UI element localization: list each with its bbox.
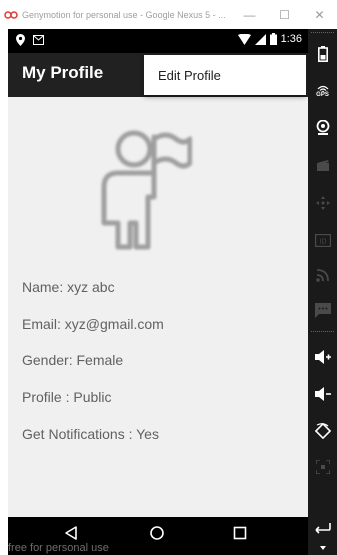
window-titlebar: Genymotion for personal use - Google Nex… — [0, 0, 337, 29]
id-label: ID — [319, 238, 326, 245]
home-icon[interactable] — [149, 525, 165, 541]
status-bar: 1:36 — [8, 29, 308, 53]
close-button[interactable]: ✕ — [302, 0, 337, 29]
maximize-button[interactable]: ☐ — [267, 0, 302, 29]
recent-apps-icon[interactable] — [232, 525, 248, 541]
camera-tool-button[interactable] — [308, 117, 337, 139]
battery-icon — [269, 33, 277, 45]
profile-name: Name: xyz abc — [22, 279, 115, 295]
volume-down-button[interactable] — [308, 383, 337, 405]
rss-icon — [315, 269, 329, 282]
volume-up-icon — [314, 350, 331, 364]
battery-tool-button[interactable] — [308, 43, 337, 65]
device-id-tool-button[interactable]: ID — [308, 229, 337, 251]
gmail-icon — [33, 35, 44, 45]
volume-up-button[interactable] — [308, 346, 337, 368]
dpad-icon — [315, 196, 330, 210]
scale-icon — [315, 460, 330, 474]
rss-tool-button[interactable] — [308, 264, 337, 286]
location-pin-icon — [16, 34, 25, 46]
personal-use-watermark: free for personal use — [8, 542, 109, 554]
back-tool-button[interactable] — [308, 517, 337, 539]
emulator-toolbar: GPS ID — [308, 29, 337, 555]
caret-down-icon — [319, 546, 326, 550]
sms-tool-button[interactable] — [308, 299, 337, 321]
overflow-menu: Edit Profile — [144, 55, 306, 95]
gps-tool-button[interactable]: GPS — [308, 79, 337, 103]
more-tools-button[interactable] — [308, 542, 337, 554]
id-card-icon: ID — [314, 233, 331, 247]
minimize-button[interactable]: — — [232, 0, 267, 29]
profile-person-flag-icon — [101, 130, 192, 250]
phone-screen: 1:36 My Profile Edit Profile Name: xyz a… — [8, 29, 308, 555]
dpad-tool-button[interactable] — [308, 192, 337, 214]
scale-button[interactable] — [308, 456, 337, 478]
page-title: My Profile — [22, 63, 104, 82]
capture-tool-button[interactable] — [308, 154, 337, 176]
status-time: 1:36 — [280, 33, 302, 45]
rotate-button[interactable] — [308, 420, 337, 442]
rotate-icon — [314, 423, 331, 439]
signal-icon — [254, 33, 266, 45]
toolbar-divider — [311, 32, 334, 33]
gps-signal-icon — [317, 85, 328, 92]
battery-icon — [317, 46, 328, 62]
chat-bubble-icon — [314, 302, 331, 318]
clapperboard-icon — [316, 159, 329, 171]
menu-item-edit-profile[interactable]: Edit Profile — [144, 68, 221, 83]
genymotion-logo-icon — [4, 10, 18, 19]
profile-visibility: Profile : Public — [22, 389, 112, 405]
back-icon[interactable] — [63, 525, 79, 541]
wifi-icon — [237, 33, 251, 45]
profile-email: Email: xyz@gmail.com — [22, 316, 164, 332]
volume-down-icon — [314, 387, 331, 401]
profile-gender: Gender: Female — [22, 352, 124, 368]
return-arrow-icon — [314, 523, 331, 534]
window-title: Genymotion for personal use - Google Nex… — [22, 9, 226, 20]
profile-notifications: Get Notifications : Yes — [22, 426, 159, 442]
webcam-icon — [316, 120, 329, 135]
toolbar-divider — [311, 331, 334, 332]
gps-label: GPS — [316, 91, 329, 98]
